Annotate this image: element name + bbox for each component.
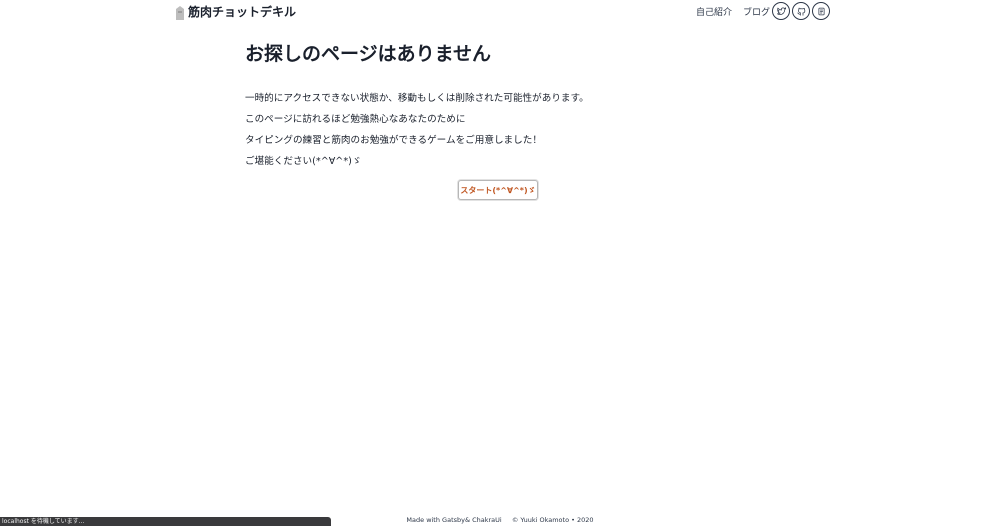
main-content: お探しのページはありません 一時的にアクセスできない状態か、移動もしくは削除され… — [245, 40, 765, 172]
logo-text: 筋肉チョットデキル — [188, 5, 297, 19]
site-header: 筋肉チョットデキル 自己紹介 ブログ — [0, 0, 1000, 24]
nav-link-blog[interactable]: ブログ — [743, 5, 770, 18]
header-nav: 自己紹介 ブログ — [696, 5, 781, 18]
footer-copyright: © Yuuki Okamoto • 2020 — [511, 516, 594, 524]
note-link-button[interactable] — [812, 2, 830, 20]
message-line: 一時的にアクセスできない状態か、移動もしくは削除された可能性があります。 — [245, 93, 589, 104]
note-icon — [817, 7, 826, 16]
nav-link-about[interactable]: 自己紹介 — [696, 5, 732, 18]
page-title: お探しのページはありません — [245, 43, 492, 65]
twitter-link-button[interactable] — [772, 2, 790, 20]
message-line: このページに訪れるほど勉強熱心なあなたのために — [245, 114, 466, 125]
start-button-wrapper: スタート(*^∀^*)ゞ — [458, 180, 538, 200]
start-button[interactable]: スタート(*^∀^*)ゞ — [458, 180, 538, 200]
social-links — [772, 2, 832, 20]
github-link-button[interactable] — [792, 2, 810, 20]
logo-mark-icon — [175, 5, 185, 20]
message-line: タイピングの練習と筋肉のお勉強ができるゲームをご用意しました！ — [245, 135, 542, 146]
message-block: 一時的にアクセスできない状態か、移動もしくは削除された可能性があります。 このペ… — [245, 88, 765, 172]
github-icon — [796, 7, 806, 16]
twitter-icon — [776, 6, 786, 16]
site-logo[interactable]: 筋肉チョットデキル — [175, 3, 296, 20]
message-line: ご堪能ください(*^∀^*)ゞ — [245, 156, 362, 167]
browser-status-bar: localhost を待機しています... — [0, 517, 331, 526]
footer-made-with: Made with Gatsby& ChakraUi — [406, 516, 502, 524]
